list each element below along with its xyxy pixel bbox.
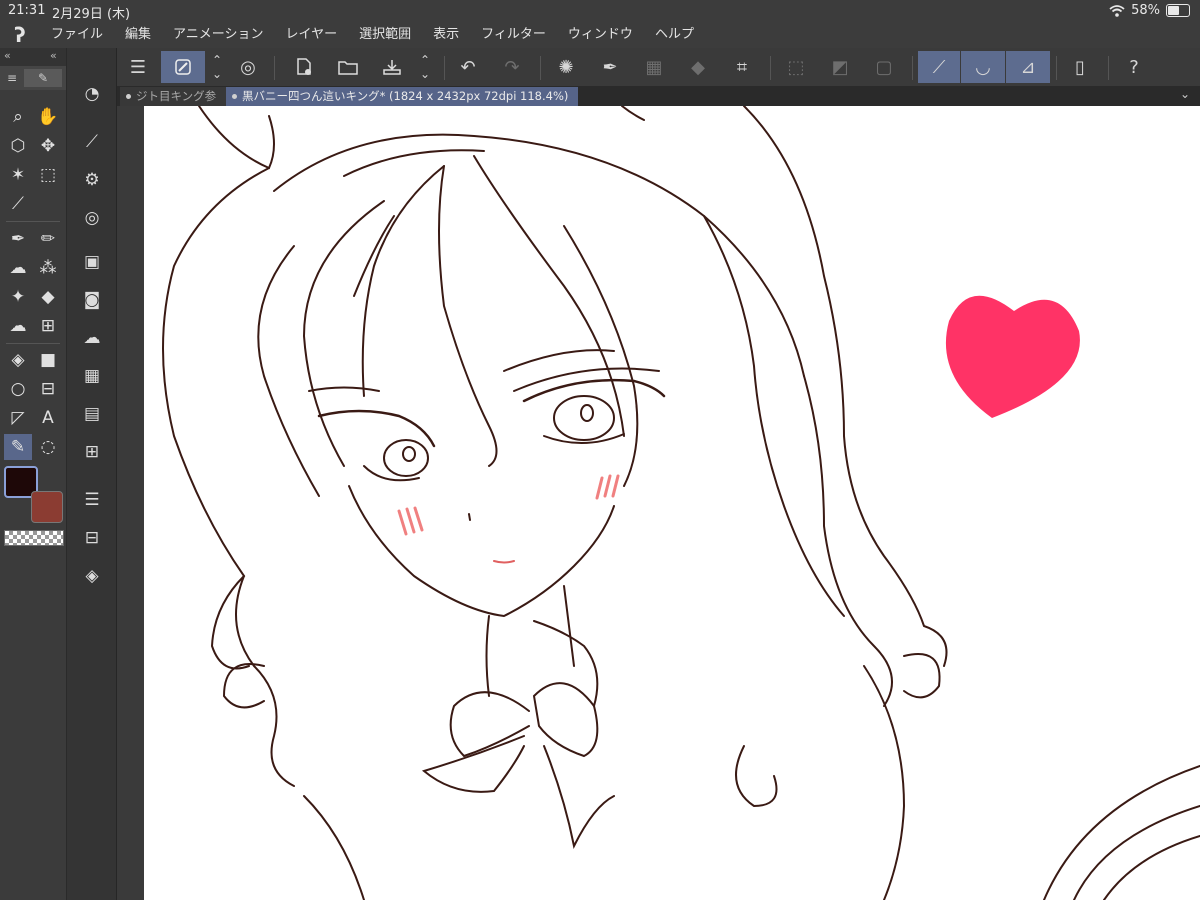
tab-document-2[interactable]: 黒バニー四つん這いキング* (1824 x 2432px 72dpi 118.4… — [226, 87, 578, 106]
device-icon[interactable]: ▯ — [1062, 51, 1098, 83]
hand-icon[interactable]: ✋ — [34, 104, 62, 130]
new-canvas-icon[interactable] — [286, 51, 322, 83]
up-down-icon[interactable]: ⌃ ⌄ — [416, 51, 434, 83]
speech-balloon-icon[interactable]: ◌ — [34, 434, 62, 460]
palette-bar: ◔ ⟋ ⚙ ◎ ▣ ◙ ☁ ▦ ▤ ⊞ ☰ ⊟ ◈ — [67, 48, 117, 900]
menu-edit[interactable]: 編集 — [114, 22, 162, 48]
chevron-down-icon[interactable]: ⌄ — [1180, 87, 1190, 101]
help-icon[interactable]: ? — [1116, 51, 1152, 83]
tool-palette: « « ≡ ✎ ⌕ ✋ ⬡ ✥ ✶ ⬚ ⟋ ✒ ✏ ☁ ⁂ ✦ ◆ ☁ ⊞ ◈ … — [0, 48, 67, 900]
blend-icon[interactable]: ☁ — [4, 313, 32, 339]
tab-document-1[interactable]: ジト目キング参 — [120, 87, 228, 106]
tab-dot-icon — [232, 94, 237, 99]
tab-label: 黒バニー四つん這いキング* (1824 x 2432px 72dpi 118.4… — [242, 89, 569, 103]
color-mixing-icon[interactable]: ☁ — [77, 324, 107, 352]
sub-tool-detail-icon[interactable]: ◎ — [77, 204, 107, 232]
menu-selection[interactable]: 選択範囲 — [348, 22, 422, 48]
wifi-icon — [1109, 4, 1125, 17]
zoom-icon[interactable]: ⌕ — [4, 104, 32, 130]
palette-collapse[interactable]: « « — [0, 48, 66, 66]
grid-icon[interactable]: ⊞ — [34, 313, 62, 339]
history-icon[interactable]: ⊟ — [77, 524, 107, 552]
status-bar: 21:31 2月29日 (木) 58% — [0, 0, 1200, 22]
material-icon[interactable]: ▣ — [77, 248, 107, 276]
status-date: 2月29日 (木) — [52, 7, 131, 22]
status-right: 58% — [1109, 3, 1190, 18]
sparkle-icon[interactable]: ✦ — [4, 284, 32, 310]
canvas-area — [117, 106, 1200, 900]
fill-icon[interactable]: ◈ — [4, 347, 32, 373]
pen-icon[interactable]: ✒ — [4, 226, 32, 252]
menu-filter[interactable]: フィルター — [470, 22, 557, 48]
airbrush-icon[interactable]: ⁂ — [34, 255, 62, 281]
ruler-icon[interactable]: ⊿ — [1006, 51, 1050, 83]
fill-icon[interactable]: ◆ — [680, 51, 716, 83]
drawing-canvas[interactable] — [144, 106, 1200, 900]
menu-help[interactable]: ヘルプ — [644, 22, 705, 48]
menu-layer[interactable]: レイヤー — [275, 22, 349, 48]
battery-percent: 58% — [1131, 3, 1160, 18]
text-icon[interactable]: A — [34, 405, 62, 431]
line-pen-icon[interactable]: ✎ — [4, 434, 32, 460]
tool-property-icon[interactable]: ⚙ — [77, 166, 107, 194]
status-time: 21:31 — [8, 3, 46, 18]
collapse-right-icon[interactable]: « — [50, 49, 57, 62]
eyedropper-icon[interactable]: ⟋ — [4, 191, 32, 217]
ruler-icon[interactable]: ◸ — [4, 405, 32, 431]
select-dim-icon[interactable]: ▦ — [636, 51, 672, 83]
menu-animation[interactable]: アニメーション — [162, 22, 274, 48]
open-folder-icon[interactable] — [330, 51, 366, 83]
palette-tabs: ≡ ✎ — [0, 66, 66, 90]
color-set-icon[interactable]: ▦ — [77, 362, 107, 390]
loading-icon[interactable]: ✺ — [548, 51, 584, 83]
palette-tab-pen[interactable]: ✎ — [24, 69, 62, 87]
magic-wand-icon[interactable]: ✶ — [4, 162, 32, 188]
frame-icon[interactable]: ⊟ — [34, 376, 62, 402]
layers-icon[interactable]: ◈ — [77, 562, 107, 590]
deselect-icon[interactable]: ⬚ — [778, 51, 814, 83]
select-rect-icon[interactable]: ⬚ — [34, 162, 62, 188]
transparent-color-swatch[interactable] — [4, 530, 64, 546]
border-icon[interactable]: ▢ — [866, 51, 902, 83]
tab-dot-icon — [126, 94, 131, 99]
move-icon[interactable]: ✥ — [34, 133, 62, 159]
command-bar: ☰ ⌃ ⌄ ◎ ⌃ ⌄ ↶ ↷ ✺ ✒ ▦ ◆ ⌗ ⬚ ◩ ▢ ⟋ ◡ ⊿ ▯ ? — [116, 48, 1200, 87]
sub-color-swatch[interactable] — [31, 491, 63, 523]
menu-window[interactable]: ウィンドウ — [557, 22, 644, 48]
gradient-icon[interactable]: ■ — [34, 347, 62, 373]
save-icon[interactable] — [374, 51, 410, 83]
up-down-icon[interactable]: ⌃ ⌄ — [208, 51, 226, 83]
battery-icon — [1166, 4, 1190, 17]
navigator-icon[interactable]: ◔ — [77, 80, 107, 108]
brush-size-icon[interactable]: ⟋ — [77, 128, 107, 156]
pen-icon[interactable]: ✒ — [592, 51, 628, 83]
pencil-icon[interactable]: ✏ — [34, 226, 62, 252]
tab-label: ジト目キング参 — [136, 89, 217, 103]
palette-menu-icon[interactable]: ≡ — [2, 69, 22, 87]
spiral-icon[interactable]: ◎ — [230, 51, 266, 83]
menu-file[interactable]: ファイル — [40, 22, 114, 48]
animation-cels-icon[interactable]: ⊞ — [77, 438, 107, 466]
brush-stroke-icon[interactable]: ◡ — [961, 51, 1005, 83]
timeline-icon[interactable]: ▤ — [77, 400, 107, 428]
menu-bar: ʔ ファイル 編集 アニメーション レイヤー 選択範囲 表示 フィルター ウィン… — [0, 22, 1200, 48]
menu-icon[interactable]: ☰ — [120, 51, 156, 83]
invert-icon[interactable]: ◩ — [822, 51, 858, 83]
brush-icon[interactable]: ☁ — [4, 255, 32, 281]
transform-icon[interactable]: ⌗ — [724, 51, 760, 83]
tab-bar: ジト目キング参 黒バニー四つん這いキング* (1824 x 2432px 72d… — [116, 86, 1200, 106]
circle-icon[interactable]: ○ — [4, 376, 32, 402]
eraser-icon[interactable]: ◆ — [34, 284, 62, 310]
pen-settings-icon[interactable] — [161, 51, 205, 83]
cube-icon[interactable]: ⬡ — [4, 133, 32, 159]
layer-search-icon[interactable]: ☰ — [77, 486, 107, 514]
stroke-icon[interactable]: ⟋ — [918, 51, 960, 83]
lineart-illustration — [162, 106, 1200, 900]
menu-view[interactable]: 表示 — [422, 22, 470, 48]
collapse-left-icon[interactable]: « — [4, 49, 11, 62]
redo-icon[interactable]: ↷ — [494, 51, 530, 83]
app-logo-icon[interactable]: ʔ — [0, 22, 40, 48]
undo-icon[interactable]: ↶ — [450, 51, 486, 83]
layer-property-icon[interactable]: ◙ — [77, 286, 107, 314]
